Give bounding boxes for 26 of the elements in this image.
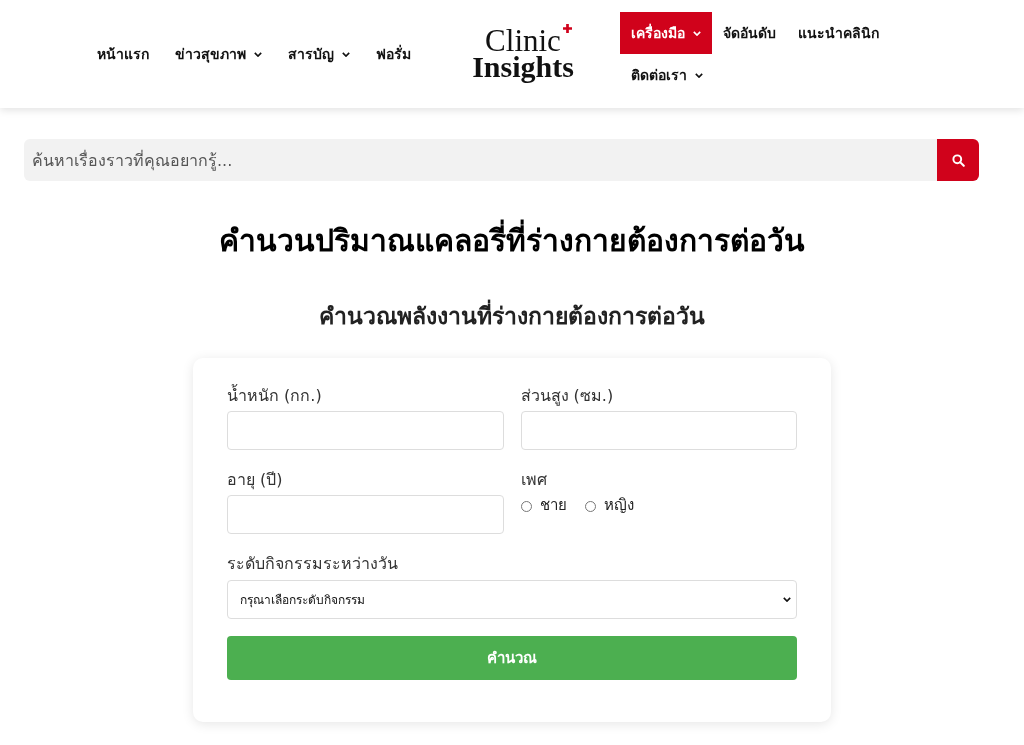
input-field[interactable] [227, 495, 504, 535]
page-title: คำนวนปริมาณแคลอรี่ที่ร่างกายต้องการต่อวัน [0, 217, 1024, 264]
cross-icon [562, 24, 572, 34]
field-label: อายุ (ปี) [227, 469, 284, 492]
nav-link[interactable]: เครื่องมือ [619, 12, 712, 54]
nav-link[interactable]: จัดอันดับ [711, 12, 787, 54]
search-button[interactable] [937, 139, 979, 181]
nav-link[interactable]: ติดต่อเรา [619, 54, 714, 96]
nav-link[interactable]: สารบัญ [275, 33, 364, 75]
nav-link[interactable]: ข่าวสุขภาพ [162, 33, 276, 75]
nav-link[interactable]: แนะนำคลินิก [786, 12, 890, 54]
search-field[interactable]: ค้นหาเรื่องราวที่คุณอยากรู้... [24, 139, 937, 181]
field-label: เพศ [520, 469, 548, 492]
activity-dropdown[interactable]: กรุณาเลือกระดับกิจกรรม [227, 579, 797, 619]
search-icon [951, 153, 965, 167]
section-title: คำนวณพลังงานที่ร่างกายต้องการต่อวัน [0, 298, 1024, 334]
field-label: ระดับกิจกรรมระหว่างวัน [227, 553, 399, 576]
caret-icon [783, 596, 791, 602]
nav-link[interactable]: ฟอรั่ม [363, 33, 425, 75]
field-label: ส่วนสูง (ซม.) [520, 385, 615, 408]
input-field[interactable] [227, 411, 504, 451]
field-label: น้ำหนัก (กก.) [227, 383, 323, 407]
radio-label: ชาย [539, 495, 567, 517]
radio-label: หญิง [603, 495, 634, 517]
nav-link[interactable]: หน้าแรก [84, 33, 163, 75]
input-field[interactable] [520, 411, 797, 451]
